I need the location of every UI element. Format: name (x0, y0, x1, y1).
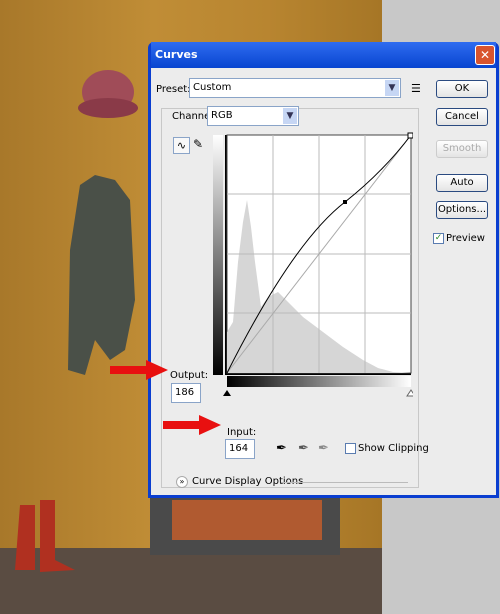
input-gradient (227, 376, 411, 387)
output-field[interactable]: 186 (171, 383, 201, 403)
boots (15, 500, 75, 572)
white-slider[interactable] (406, 389, 413, 397)
ok-button[interactable]: OK (436, 80, 488, 98)
divider (281, 482, 408, 483)
arrow-input-icon (163, 415, 221, 435)
black-eyedropper-icon[interactable]: ✒ (276, 441, 287, 456)
input-label: Input: (227, 427, 257, 438)
curves-graph[interactable] (213, 132, 413, 402)
curve-point[interactable] (343, 200, 347, 204)
output-label: Output: (170, 370, 209, 381)
channel-select[interactable]: RGB ▼ (207, 106, 299, 126)
photo-objects (15, 70, 138, 572)
options-button[interactable]: Options... (436, 201, 488, 219)
expand-icon[interactable]: » (176, 476, 188, 488)
auto-button[interactable]: Auto (436, 174, 488, 192)
preview-label: Preview (446, 233, 485, 244)
preset-label: Preset: (156, 84, 191, 95)
preset-value: Custom (193, 82, 232, 93)
chevron-down-icon: ▼ (283, 108, 297, 124)
jacket (68, 175, 135, 375)
preset-options-icon[interactable]: ☰ (411, 82, 421, 95)
input-field[interactable]: 164 (225, 439, 255, 459)
arrow-output-icon (110, 360, 168, 380)
cancel-button[interactable]: Cancel (436, 108, 488, 126)
black-slider[interactable] (223, 390, 231, 396)
show-clipping-label: Show Clipping (358, 443, 429, 454)
chevron-down-icon: ▼ (385, 80, 399, 96)
smooth-button[interactable]: Smooth (436, 140, 488, 158)
title-bar[interactable]: Curves (151, 42, 496, 68)
preview-checkbox[interactable]: ✓ (433, 233, 444, 244)
preset-select[interactable]: Custom ▼ (189, 78, 401, 98)
close-icon[interactable]: ✕ (475, 45, 495, 65)
output-gradient (213, 135, 223, 375)
gray-eyedropper-icon[interactable]: ✒ (298, 441, 309, 456)
show-clipping-checkbox[interactable] (345, 443, 356, 454)
curve-tool-icon[interactable]: ∿ (173, 137, 190, 154)
curve-endpoint (407, 132, 413, 139)
white-eyedropper-icon[interactable]: ✒ (318, 441, 329, 456)
photo-door-inner (172, 500, 322, 540)
pencil-icon[interactable]: ✎ (193, 137, 203, 151)
dialog-title: Curves (155, 48, 198, 61)
channel-value: RGB (211, 110, 233, 121)
hat-brim (78, 98, 138, 118)
